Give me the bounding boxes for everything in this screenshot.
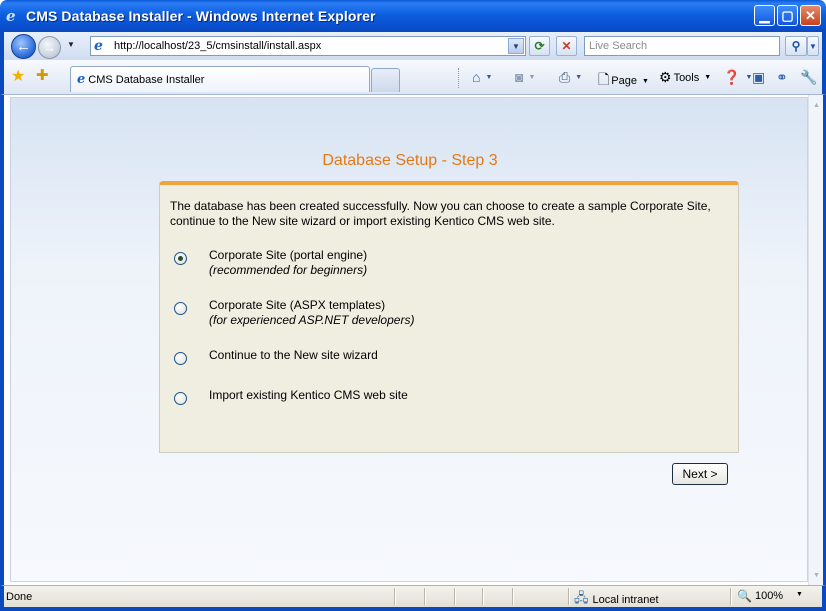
- status-divider: [394, 588, 396, 605]
- status-bar: Done 🖧 Local intranet 🔍 100% ▼: [0, 585, 826, 611]
- zoom-level[interactable]: 🔍 100%: [737, 589, 783, 603]
- zone-label: Local intranet: [592, 594, 659, 606]
- tab-label: CMS Database Installer: [88, 73, 205, 86]
- arrow-right-icon: →: [43, 40, 56, 55]
- url-text[interactable]: http://localhost/23_5/cmsinstall/install…: [114, 40, 321, 52]
- status-divider: [482, 588, 484, 605]
- scroll-up-icon[interactable]: ▲: [810, 98, 823, 112]
- command-bar: ★ ✚ e CMS Database Installer ⌂ ▼ ◙ ▼ ⎙ ▼ 🗋 …: [0, 60, 826, 95]
- tools-menu-label: Tools: [673, 71, 700, 84]
- stop-button[interactable]: ✕: [556, 36, 577, 56]
- home-icon: ⌂: [472, 69, 481, 85]
- search-input[interactable]: Live Search: [584, 36, 780, 56]
- share-icon: ⚭: [776, 69, 788, 85]
- stop-icon: ✕: [561, 39, 572, 53]
- gear-icon: ⚙: [659, 69, 672, 85]
- status-divider: [568, 588, 570, 605]
- address-dropdown-button[interactable]: ▼: [508, 38, 524, 54]
- radio-corporate-aspx[interactable]: [174, 302, 187, 315]
- research-button[interactable]: ▣: [752, 69, 765, 86]
- rss-feed-icon: ◙: [515, 69, 524, 85]
- radio-corporate-portal[interactable]: [174, 252, 187, 265]
- feeds-button[interactable]: ◙ ▼: [515, 69, 535, 85]
- next-button[interactable]: Next >: [672, 463, 728, 485]
- page-icon: 🗋: [598, 71, 610, 87]
- favorites-star-icon[interactable]: ★: [11, 66, 25, 86]
- zoom-label: 100%: [754, 590, 784, 602]
- tools-menu-button[interactable]: ⚙ Tools ▼: [659, 69, 711, 86]
- arrow-left-icon: ←: [16, 38, 31, 55]
- option-corporate-portal[interactable]: Corporate Site (portal engine) (recommen…: [174, 248, 367, 278]
- page-icon: e: [94, 38, 103, 54]
- back-button[interactable]: ←: [11, 34, 36, 59]
- address-bar[interactable]: e http://localhost/23_5/cmsinstall/insta…: [90, 36, 526, 56]
- security-zone[interactable]: 🖧 Local intranet: [574, 589, 659, 611]
- status-divider: [424, 588, 426, 605]
- toolbar-separator: [458, 68, 460, 88]
- page-menu-label: Page: [611, 75, 637, 87]
- option-label[interactable]: Continue to the New site wizard: [209, 348, 378, 363]
- vertical-scrollbar[interactable]: ▲ ▼: [808, 95, 823, 585]
- ie-logo-icon: e: [6, 7, 16, 25]
- option-corporate-aspx[interactable]: Corporate Site (ASPX templates) (for exp…: [174, 298, 414, 328]
- intranet-globe-icon: 🖧: [574, 590, 589, 605]
- help-icon: ❓: [723, 69, 741, 85]
- tab-cms-database-installer[interactable]: e CMS Database Installer: [70, 66, 370, 92]
- search-options-dropdown[interactable]: ▼: [807, 36, 819, 56]
- status-text: Done: [6, 591, 33, 603]
- status-divider: [512, 588, 514, 605]
- zoom-dropdown[interactable]: ▼: [796, 591, 803, 598]
- status-divider: [454, 588, 456, 605]
- search-icon: ⚲: [791, 39, 801, 53]
- setup-panel: The database has been created successful…: [159, 181, 739, 453]
- printer-icon: ⎙: [559, 69, 571, 85]
- option-label[interactable]: Corporate Site (ASPX templates): [209, 298, 414, 313]
- page-content: Database Setup - Step 3 The database has…: [10, 97, 808, 582]
- print-button[interactable]: ⎙ ▼: [559, 69, 582, 86]
- maximize-button[interactable]: ▢: [777, 5, 798, 26]
- refresh-icon: ⟳: [534, 39, 545, 53]
- new-tab-button[interactable]: [371, 68, 400, 92]
- option-sublabel: (for experienced ASP.NET developers): [209, 313, 415, 327]
- browser-viewport: Database Setup - Step 3 The database has…: [0, 95, 826, 585]
- option-label[interactable]: Import existing Kentico CMS web site: [209, 388, 408, 403]
- close-button[interactable]: ✕: [800, 5, 821, 26]
- status-divider: [730, 588, 732, 605]
- minimize-button[interactable]: ▁: [754, 5, 775, 26]
- radio-new-site-wizard[interactable]: [174, 352, 187, 365]
- window-controls: ▁ ▢ ✕: [754, 5, 821, 26]
- window-title: CMS Database Installer - Windows Interne…: [26, 8, 376, 24]
- option-import-site[interactable]: Import existing Kentico CMS web site: [174, 388, 408, 405]
- intro-text: The database has been created successful…: [170, 199, 711, 228]
- search-button[interactable]: ⚲: [785, 36, 807, 56]
- research-icon: ▣: [752, 69, 766, 85]
- radio-import-site[interactable]: [174, 392, 187, 405]
- page-menu-button[interactable]: 🗋 Page ▼: [598, 69, 649, 93]
- refresh-button[interactable]: ⟳: [529, 36, 550, 56]
- option-label[interactable]: Corporate Site (portal engine): [209, 248, 367, 263]
- option-new-site-wizard[interactable]: Continue to the New site wizard: [174, 348, 378, 365]
- page-icon: e: [77, 72, 86, 87]
- wrench-icon: 🔧: [800, 69, 818, 85]
- home-button[interactable]: ⌂ ▼: [472, 69, 492, 85]
- help-button[interactable]: ❓ ▼: [723, 69, 752, 86]
- window-title-bar[interactable]: e CMS Database Installer - Windows Inter…: [0, 0, 826, 32]
- forward-button[interactable]: →: [38, 36, 61, 59]
- option-sublabel: (recommended for beginners): [209, 263, 368, 277]
- address-toolbar: ← → ▼ e http://localhost/23_5/cmsinstall…: [0, 32, 826, 60]
- add-favorites-icon[interactable]: ✚: [36, 66, 49, 84]
- scroll-down-icon[interactable]: ▼: [810, 568, 823, 582]
- blog-button[interactable]: ⚭: [776, 69, 788, 86]
- page-title: Database Setup - Step 3: [322, 152, 498, 169]
- extra-tools-button[interactable]: 🔧: [800, 69, 817, 86]
- zoom-magnifier-icon: 🔍: [737, 589, 752, 603]
- recent-pages-dropdown[interactable]: ▼: [67, 40, 75, 49]
